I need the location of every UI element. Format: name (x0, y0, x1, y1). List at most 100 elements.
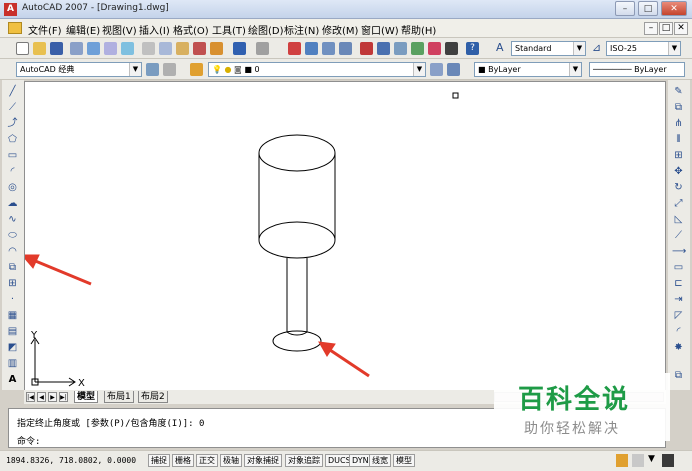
line-icon[interactable]: ╱ (6, 86, 19, 98)
save-workspace-icon[interactable] (163, 63, 176, 76)
move-icon[interactable]: ✥ (672, 166, 685, 178)
pan-icon[interactable] (288, 42, 301, 55)
explode-icon[interactable]: ✸ (672, 342, 685, 354)
stretch-icon[interactable]: ◺ (672, 214, 685, 226)
arc-icon[interactable]: ◜ (6, 166, 19, 178)
workspace-dropdown[interactable]: AutoCAD 经典 ▼ (16, 62, 142, 77)
gradient-icon[interactable]: ▤ (6, 326, 19, 338)
menu-view[interactable]: 视图(V) (102, 22, 137, 37)
markup-icon[interactable] (428, 42, 441, 55)
mirror-icon[interactable]: ⋔ (672, 118, 685, 130)
extend-icon[interactable]: ⟶ (672, 246, 686, 258)
next-tab-icon[interactable]: ▶ (48, 392, 57, 402)
model-toggle[interactable]: 模型 (393, 454, 415, 467)
redo-icon[interactable] (256, 42, 269, 55)
join-icon[interactable]: ⇥ (672, 294, 685, 306)
properties-icon[interactable] (360, 42, 373, 55)
revision-cloud-icon[interactable]: ☁ (6, 198, 19, 210)
draw-order-icon[interactable]: ⧉ (672, 370, 685, 382)
new-file-icon[interactable] (16, 42, 29, 55)
chamfer-icon[interactable]: ◸ (672, 310, 685, 322)
color-dropdown[interactable]: ■ ByLayer ▼ (474, 62, 582, 77)
clean-screen-icon[interactable] (662, 454, 674, 467)
circle-icon[interactable]: ◎ (6, 182, 19, 194)
point-icon[interactable]: · (6, 294, 19, 306)
multiline-text-icon[interactable]: A (6, 374, 19, 386)
region-icon[interactable]: ◩ (6, 342, 19, 354)
layer-manager-icon[interactable] (190, 63, 203, 76)
layer-previous-icon[interactable] (447, 63, 460, 76)
break-at-point-icon[interactable]: ▭ (672, 262, 685, 274)
text-style-dropdown[interactable]: Standard ▼ (511, 41, 586, 56)
zoom-realtime-icon[interactable] (305, 42, 318, 55)
3d-dwf-icon[interactable] (121, 42, 134, 55)
undo-icon[interactable] (233, 42, 246, 55)
menu-insert[interactable]: 插入(I) (139, 22, 170, 37)
cut-icon[interactable] (142, 42, 155, 55)
menu-tools[interactable]: 工具(T) (212, 22, 246, 37)
fillet-icon[interactable]: ◜ (672, 326, 685, 338)
menu-edit[interactable]: 编辑(E) (66, 22, 100, 37)
make-block-icon[interactable]: ⊞ (6, 278, 19, 290)
array-icon[interactable]: ⊞ (672, 150, 685, 162)
minimize-button[interactable]: – (615, 1, 635, 16)
ortho-toggle[interactable]: 正交 (196, 454, 218, 467)
menu-draw[interactable]: 绘图(D) (248, 22, 284, 37)
doc-close-button[interactable]: ✕ (674, 22, 688, 35)
last-tab-icon[interactable]: ▶| (59, 392, 68, 402)
polyline-icon[interactable]: ⤴ (6, 118, 19, 130)
sheet-set-icon[interactable] (411, 42, 424, 55)
plot-preview-icon[interactable] (87, 42, 100, 55)
insert-block-icon[interactable]: ⧉ (6, 262, 19, 274)
menu-window[interactable]: 窗口(W) (361, 22, 399, 37)
polygon-icon[interactable]: ⬠ (6, 134, 19, 146)
menu-dimension[interactable]: 标注(N) (284, 22, 319, 37)
chevron-down-icon[interactable]: ▼ (648, 454, 655, 464)
menu-file[interactable]: 文件(F) (28, 22, 62, 37)
menu-help[interactable]: 帮助(H) (401, 22, 436, 37)
menu-modify[interactable]: 修改(M) (322, 22, 358, 37)
osnap-toggle[interactable]: 对象捕捉 (244, 454, 282, 467)
menu-format[interactable]: 格式(O) (173, 22, 209, 37)
save-icon[interactable] (50, 42, 63, 55)
drawing-canvas[interactable]: Y X (24, 81, 666, 391)
doc-minimize-button[interactable]: – (644, 22, 658, 35)
publish-icon[interactable] (104, 42, 117, 55)
erase-icon[interactable]: ✎ (672, 86, 685, 98)
design-center-icon[interactable] (377, 42, 390, 55)
layer-dropdown[interactable]: 💡 ● ◙ ■ 0 ▼ (208, 62, 426, 77)
grid-toggle[interactable]: 栅格 (172, 454, 194, 467)
rotate-icon[interactable]: ↻ (672, 182, 685, 194)
tab-layout1[interactable]: 布局1 (104, 391, 134, 403)
table-icon[interactable]: ▥ (6, 358, 19, 370)
break-icon[interactable]: ⊏ (672, 278, 685, 290)
dim-style-dropdown[interactable]: ISO-25 ▼ (606, 41, 681, 56)
document-icon[interactable] (8, 22, 22, 34)
communication-center-icon[interactable] (616, 454, 628, 467)
snap-toggle[interactable]: 捕捉 (148, 454, 170, 467)
rectangle-icon[interactable]: ▭ (6, 150, 19, 162)
offset-icon[interactable]: ⫴ (672, 134, 685, 146)
match-properties-icon[interactable] (193, 42, 206, 55)
help-icon[interactable]: ? (466, 42, 479, 55)
copy-icon[interactable] (159, 42, 172, 55)
print-icon[interactable] (70, 42, 83, 55)
quickcalc-icon[interactable] (445, 42, 458, 55)
copy-object-icon[interactable]: ⧉ (672, 102, 685, 114)
workspace-settings-icon[interactable] (146, 63, 159, 76)
lock-toolbar-icon[interactable] (632, 454, 644, 467)
block-editor-icon[interactable] (210, 42, 223, 55)
scale-icon[interactable]: ⤢ (672, 198, 685, 210)
zoom-previous-icon[interactable] (339, 42, 352, 55)
paste-icon[interactable] (176, 42, 189, 55)
spline-icon[interactable]: ∿ (6, 214, 19, 226)
otrack-toggle[interactable]: 对象追踪 (285, 454, 323, 467)
tab-layout2[interactable]: 布局2 (138, 391, 168, 403)
ellipse-arc-icon[interactable]: ◠ (6, 246, 19, 258)
trim-icon[interactable]: ⟋ (672, 230, 685, 242)
hatch-icon[interactable]: ▦ (6, 310, 19, 322)
zoom-window-icon[interactable] (322, 42, 335, 55)
linetype-dropdown[interactable]: ──────── ByLayer (589, 62, 685, 77)
open-file-icon[interactable] (33, 42, 46, 55)
prev-tab-icon[interactable]: ◀ (37, 392, 46, 402)
